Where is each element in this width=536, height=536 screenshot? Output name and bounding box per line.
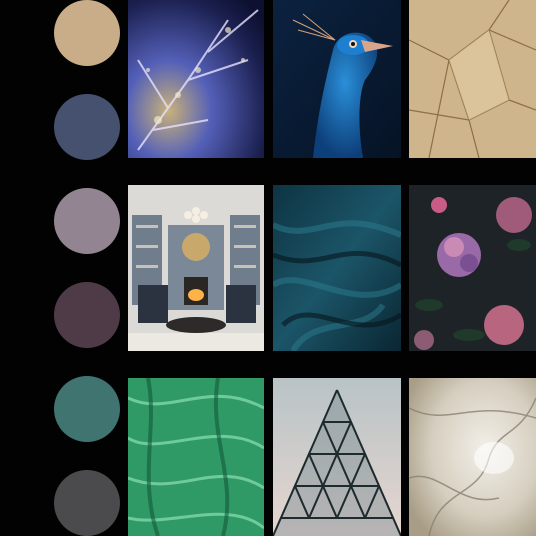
gold-leaf-image	[409, 0, 536, 158]
swatch-teal	[54, 376, 120, 442]
crystal-frost-image	[128, 0, 264, 158]
hydrangea-image	[409, 185, 536, 351]
peacock-image	[273, 0, 401, 158]
living-room-image	[128, 185, 264, 351]
malachite-image	[128, 378, 264, 536]
onyx-marble-image	[409, 378, 536, 536]
glass-pyramid-image	[273, 378, 401, 536]
swatch-sand	[54, 0, 120, 66]
swatch-charcoal	[54, 470, 120, 536]
swatch-mauve-gray	[54, 188, 120, 254]
swatch-plum	[54, 282, 120, 348]
swatch-navy	[54, 94, 120, 160]
teal-satin-image	[273, 185, 401, 351]
